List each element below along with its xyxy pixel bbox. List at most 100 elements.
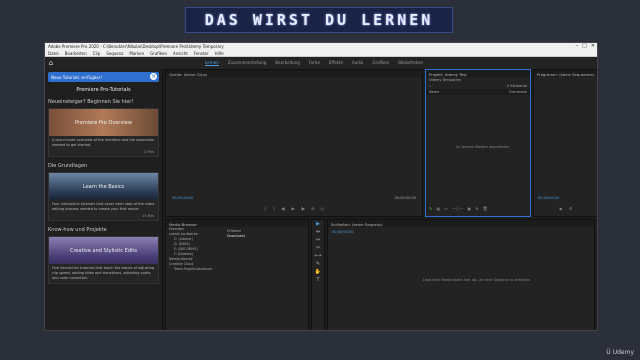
media-browser: Media-Browser Favoriten Lokale Laufwerke… — [165, 219, 309, 330]
tutorial-description: A two-minute overview of the interface a… — [52, 138, 154, 147]
step-back-icon[interactable]: ◀| — [281, 206, 285, 211]
overlay-title: DAS WIRST DU LERNEN — [204, 11, 434, 29]
tutorial-description: Five interactive tutorials that teach th… — [52, 266, 155, 280]
workspace-tab-learn[interactable]: Lernen — [205, 60, 219, 66]
step-forward-icon[interactable]: |▶ — [301, 206, 305, 211]
tools-panel: ▶ ⇹ ↔ ✂ ⟷ ✎ ✋ T — [311, 219, 325, 330]
program-settings-icon[interactable]: ⚙ — [569, 206, 573, 211]
banner-text: Neue Tutorials verfügbar! — [51, 74, 102, 80]
browser-file-item[interactable]: Downloads — [224, 234, 306, 239]
tree-item[interactable]: Team-Projekt-Versionen — [166, 267, 222, 272]
udemy-mark-icon: Ü — [606, 349, 611, 356]
item-count: 0 Elemente — [507, 84, 527, 88]
insert-icon[interactable]: ⊞ — [311, 206, 314, 211]
timeline-panel: Schließen: (keine Sequenz) 00;00;00;00 L… — [327, 219, 595, 330]
section-title: Know-how und Projekte — [48, 227, 107, 233]
project-panel: Projekt: Udemy Test Udemy Temporary ⌕ 0 … — [425, 69, 531, 217]
titlebar: Adobe Premiere Pro 2020 - C:\Benutzer\Ni… — [45, 43, 597, 50]
workspace-tab-libraries[interactable]: Bibliotheken — [398, 60, 423, 66]
premiere-window: Adobe Premiere Pro 2020 - C:\Benutzer\Ni… — [44, 42, 598, 331]
close-banner-icon[interactable]: × — [150, 73, 157, 80]
overlay-banner: DAS WIRST DU LERNEN — [185, 7, 453, 33]
ripple-edit-tool-icon[interactable]: ↔ — [312, 236, 324, 244]
mark-in-icon[interactable]: { — [264, 206, 267, 211]
menu-markers[interactable]: Marken — [129, 51, 144, 56]
program-timecode: 00;00;00;00 — [538, 196, 560, 200]
program-controls: ▶ ⚙ — [534, 206, 597, 211]
menu-help[interactable]: Hilfe — [215, 51, 224, 56]
menu-file[interactable]: Datei — [48, 51, 59, 56]
workspace-tab-color[interactable]: Farbe — [309, 60, 320, 66]
source-tab[interactable]: Quelle: (keine Clips) — [166, 70, 422, 77]
menu-window[interactable]: Fenster — [194, 51, 209, 56]
new-tutorials-banner[interactable]: Neue Tutorials verfügbar! × — [48, 72, 159, 82]
source-timecode-right: 00;00;00;00 — [394, 196, 416, 200]
search-icon[interactable]: ⌕ — [429, 84, 431, 88]
program-play-icon[interactable]: ▶ — [560, 206, 563, 211]
learn-heading: Premiere Pro-Tutorials — [76, 87, 131, 93]
audio-meters — [597, 219, 598, 331]
column-framerate[interactable]: Framerate — [509, 90, 527, 94]
timeline-tab[interactable]: Schließen: (keine Sequenz) — [328, 220, 594, 227]
hand-tool-icon[interactable]: ✋ — [312, 268, 324, 276]
project-footer: ✎ ▦ ▭ —○— ▣ ⊕ 🗑 — [426, 206, 530, 211]
tutorial-card[interactable]: Premiere Pro Overview A two-minute overv… — [48, 108, 159, 157]
source-monitor: Quelle: (keine Clips) 00;00;00;00 00;00;… — [165, 69, 423, 217]
udemy-wordmark: Udemy — [612, 349, 634, 356]
menu-clip[interactable]: Clip — [93, 51, 101, 56]
timeline-empty-message: Lege eine Mediendatei hier ab, um eine S… — [423, 278, 532, 282]
slip-tool-icon[interactable]: ⟷ — [312, 252, 324, 260]
tutorial-card[interactable]: Creative and Stylistic Edits Five intera… — [48, 236, 159, 284]
selection-tool-icon[interactable]: ▶ — [312, 220, 324, 228]
tutorial-thumbnail[interactable]: Premiere Pro Overview — [49, 109, 158, 136]
trash-icon[interactable]: 🗑 — [483, 206, 488, 211]
workspace-tab-audio[interactable]: Audio — [352, 60, 363, 66]
menu-graphics[interactable]: Grafiken — [150, 51, 167, 56]
window-title: Adobe Premiere Pro 2020 - C:\Benutzer\Ni… — [48, 44, 224, 49]
section-title: Die Grundlagen — [48, 163, 88, 169]
workspace-tab-assembly[interactable]: Zusammenstellung — [228, 60, 267, 66]
minimize-icon[interactable]: – — [576, 43, 579, 49]
section-title: Neueinsteiger? Beginnen Sie hier! — [48, 99, 134, 105]
tutorial-duration: 15 Min. — [142, 214, 155, 218]
udemy-logo: Ü Udemy — [606, 349, 634, 356]
project-empty-message: Zu leerem Medien importieren — [456, 145, 510, 149]
pen-tool-icon[interactable]: ✎ — [312, 260, 324, 268]
learn-panel: Neue Tutorials verfügbar! × Premiere Pro… — [45, 69, 163, 330]
razor-tool-icon[interactable]: ✂ — [312, 244, 324, 252]
new-item-icon[interactable]: ⊕ — [475, 206, 478, 211]
new-bin-icon[interactable]: ▣ — [467, 206, 471, 211]
tutorial-thumbnail[interactable]: Learn the Basics — [49, 173, 158, 200]
program-monitor: Programm: (keine Sequenzen) 00;00;00;00 … — [533, 69, 597, 217]
media-browser-tab[interactable]: Media-Browser — [166, 220, 308, 227]
tutorial-description: Four interactive tutorials that cover ea… — [52, 202, 155, 211]
icon-view-icon[interactable]: ▦ — [436, 206, 440, 211]
menubar: Datei Bearbeiten Clip Sequenz Marken Gra… — [45, 50, 597, 57]
freeform-view-icon[interactable]: ▭ — [444, 206, 448, 211]
tutorial-card[interactable]: Learn the Basics Four interactive tutori… — [48, 172, 159, 221]
mark-out-icon[interactable]: } — [273, 206, 276, 211]
timeline-timecode: 00;00;00;00 — [332, 230, 354, 234]
play-icon[interactable]: ▶ — [292, 206, 295, 211]
maximize-icon[interactable]: □ — [582, 43, 587, 49]
tutorial-duration: 2 Min. — [144, 150, 155, 154]
workspace-tab-effects[interactable]: Effekte — [329, 60, 343, 66]
project-tab[interactable]: Projekt: Udemy Test — [426, 70, 530, 77]
menu-view[interactable]: Ansicht — [173, 51, 188, 56]
home-icon[interactable]: ⌂ — [45, 59, 57, 67]
menu-sequence[interactable]: Sequenz — [106, 51, 123, 56]
workspace-tab-graphics[interactable]: Grafiken — [372, 60, 389, 66]
menu-edit[interactable]: Bearbeiten — [65, 51, 87, 56]
zoom-slider[interactable]: —○— — [452, 206, 464, 211]
source-controls: { } ◀| ▶ |▶ ⊞ ◎ — [166, 206, 422, 211]
close-icon[interactable]: ✕ — [591, 43, 595, 49]
track-select-tool-icon[interactable]: ⇹ — [312, 228, 324, 236]
column-name[interactable]: Name — [429, 90, 439, 94]
program-tab[interactable]: Programm: (keine Sequenzen) — [534, 70, 597, 77]
export-frame-icon[interactable]: ◎ — [320, 206, 324, 211]
workspace-bar: ⌂ Lernen Zusammenstellung Bearbeitung Fa… — [45, 57, 597, 69]
list-view-icon[interactable]: ✎ — [429, 206, 432, 211]
workspace-tab-editing[interactable]: Bearbeitung — [275, 60, 300, 66]
tutorial-thumbnail[interactable]: Creative and Stylistic Edits — [49, 237, 158, 264]
type-tool-icon[interactable]: T — [312, 276, 324, 284]
